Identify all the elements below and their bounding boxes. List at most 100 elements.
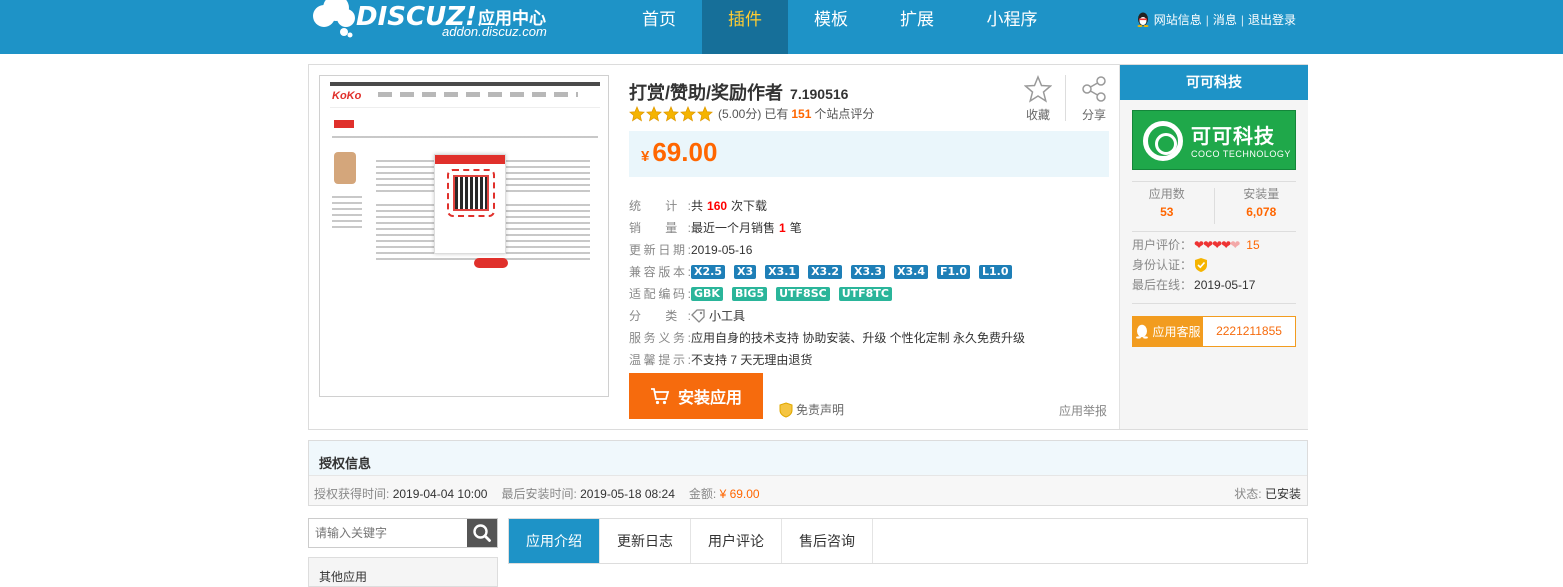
rating-score: (5.00分) [718, 107, 762, 121]
info-encoding: 适配编码: GBK BIG5 UTF8SC UTF8TC [629, 283, 1025, 305]
compat-version-tag: X3.3 [851, 265, 886, 279]
qq-penguin-icon [1137, 12, 1149, 27]
favorite-label: 收藏 [1025, 108, 1050, 122]
verified-shield-icon [1195, 258, 1208, 272]
license-obtained: 授权获得时间: 2019-04-04 10:00 [314, 485, 487, 502]
qq-icon [1136, 324, 1149, 339]
info-value: 最近一个月销售 1 笔 [691, 219, 802, 237]
cart-icon [650, 388, 670, 405]
installs-stat: 安装量 6,078 [1215, 185, 1309, 227]
updated-date: 2019-05-16 [691, 243, 753, 257]
nav-plugins[interactable]: 插件 [702, 0, 788, 54]
tab-support[interactable]: 售后咨询 [782, 519, 873, 563]
developer-rating-count: 15 [1246, 238, 1260, 252]
price-currency: ¥ [641, 148, 650, 165]
apps-count[interactable]: 53 [1120, 205, 1214, 219]
divider [1132, 303, 1296, 304]
compat-version-tag: X2.5 [691, 265, 725, 279]
cloud-icon [313, 0, 355, 38]
screenshot-menu [378, 92, 578, 97]
downloads-prefix: 共 [691, 199, 704, 213]
main-nav: 首页 插件 模板 扩展 小程序 [616, 0, 1064, 54]
verify-value [1194, 257, 1208, 273]
star-icon [680, 105, 696, 121]
info-service: 服务义务: 应用自身的技术支持 协助安装、升级 个性化定制 永久免费升级 [629, 327, 1025, 349]
search-button[interactable] [467, 519, 497, 547]
logout-link[interactable]: 退出登录 [1248, 11, 1296, 28]
share-icon [1082, 76, 1106, 102]
downloads-count: 160 [707, 199, 728, 213]
site-info-link[interactable]: 网站信息 [1154, 11, 1202, 28]
detail-tabs: 应用介绍 更新日志 用户评论 售后咨询 [508, 518, 1308, 564]
encoding-tags: GBK BIG5 UTF8SC UTF8TC [691, 287, 897, 301]
developer-rating: 用户评价： ❤❤❤❤❤ 15 [1132, 235, 1260, 255]
star-icon [629, 105, 645, 121]
other-apps-header: 其他应用 [308, 557, 498, 587]
screenshot-reward-popup [434, 154, 506, 254]
info-updated: 更新日期: 2019-05-16 [629, 239, 1025, 261]
screenshot-tag [334, 120, 354, 128]
developer-logo[interactable]: 可可科技 COCO TECHNOLOGY [1132, 110, 1296, 170]
screenshot-text [332, 196, 362, 230]
favorite-button[interactable]: 收藏 [1023, 75, 1053, 123]
star-icon [697, 105, 713, 121]
nav-extensions[interactable]: 扩展 [874, 0, 960, 54]
license-last-install: 最后安装时间: 2019-05-18 08:24 [501, 485, 674, 502]
search-box [308, 518, 498, 548]
apps-label: 应用数 [1148, 187, 1185, 201]
coco-logo-icon [1143, 121, 1183, 161]
logo-cn-text: 可可科技 [1191, 126, 1275, 148]
install-button[interactable]: 安装应用 [629, 373, 763, 419]
nav-home[interactable]: 首页 [616, 0, 702, 54]
share-label: 分享 [1081, 108, 1106, 122]
product-screenshot[interactable]: KoKo [319, 75, 609, 397]
brand-domain: addon.discuz.com [442, 24, 547, 39]
share-button[interactable]: 分享 [1079, 75, 1109, 123]
license-meta: 授权获得时间: 2019-04-04 10:00 最后安装时间: 2019-05… [314, 485, 760, 502]
last-online-label: 最后在线： [1132, 278, 1193, 292]
product-info: 统 计: 共 160 次下载 销 量: 最近一个月销售 1 笔 更新日期: 20… [629, 195, 1025, 371]
separator: | [1205, 12, 1209, 27]
category-link[interactable]: 小工具 [709, 307, 745, 325]
divider [1132, 181, 1296, 182]
tab-reviews[interactable]: 用户评论 [691, 519, 782, 563]
star-icon [646, 105, 662, 121]
price-value: 69.00 [652, 137, 718, 167]
compat-version-tag: F1.0 [936, 265, 970, 279]
apps-stat: 应用数 53 [1120, 185, 1214, 227]
rating-label: 用户评价： [1132, 238, 1193, 252]
install-label: 安装应用 [677, 390, 742, 407]
customer-service-qq[interactable]: 2221211855 [1203, 317, 1295, 346]
compat-version-tag: X3.4 [894, 265, 928, 279]
nav-templates[interactable]: 模板 [788, 0, 874, 54]
tab-intro[interactable]: 应用介绍 [509, 519, 600, 563]
discuz-logo[interactable]: DISCUZ! 应用中心 addon.discuz.com [310, 0, 570, 54]
info-category: 分 类: 小工具 [629, 305, 1025, 327]
shield-icon [779, 401, 793, 418]
disclaimer-link[interactable]: 免责声明 [779, 401, 844, 418]
nav-miniprogram[interactable]: 小程序 [960, 0, 1064, 54]
report-link[interactable]: 应用举报 [1059, 402, 1107, 419]
sales-suffix: 笔 [789, 221, 802, 235]
developer-name[interactable]: 可可科技 [1120, 65, 1308, 100]
info-key: 统 计: [629, 199, 691, 213]
price: ¥69.00 [641, 137, 717, 168]
service-value: 应用自身的技术支持 协助安装、升级 个性化定制 永久免费升级 [691, 331, 1026, 345]
price-box: ¥69.00 [629, 131, 1109, 177]
search-input[interactable] [309, 519, 467, 547]
info-key: 服务义务: [629, 331, 691, 345]
rating-prefix: 已有 [764, 107, 789, 121]
info-value: 小工具 [691, 307, 745, 325]
sales-prefix: 最近一个月销售 [691, 221, 776, 235]
messages-link[interactable]: 消息 [1213, 11, 1237, 28]
tab-changelog[interactable]: 更新日志 [600, 519, 691, 563]
product-name: 打赏/赞助/奖励作者 [629, 83, 784, 103]
screenshot-navbar [330, 86, 600, 108]
qr-code-icon [453, 175, 489, 211]
info-compat: 兼容版本: X2.5 X3 X3.1 X3.2 X3.3 X3.4 F1.0 L1.0 [629, 261, 1025, 283]
customer-service-button[interactable]: 应用客服 [1133, 317, 1203, 346]
product-panel: KoKo 打赏/赞助/奖励作者 7.190516 (5.00分) 已有 151 … [308, 64, 1308, 430]
state-value: 已安装 [1264, 487, 1301, 501]
license-header: 授权信息 [309, 441, 1307, 476]
other-apps-label: 其他应用 [319, 570, 368, 584]
